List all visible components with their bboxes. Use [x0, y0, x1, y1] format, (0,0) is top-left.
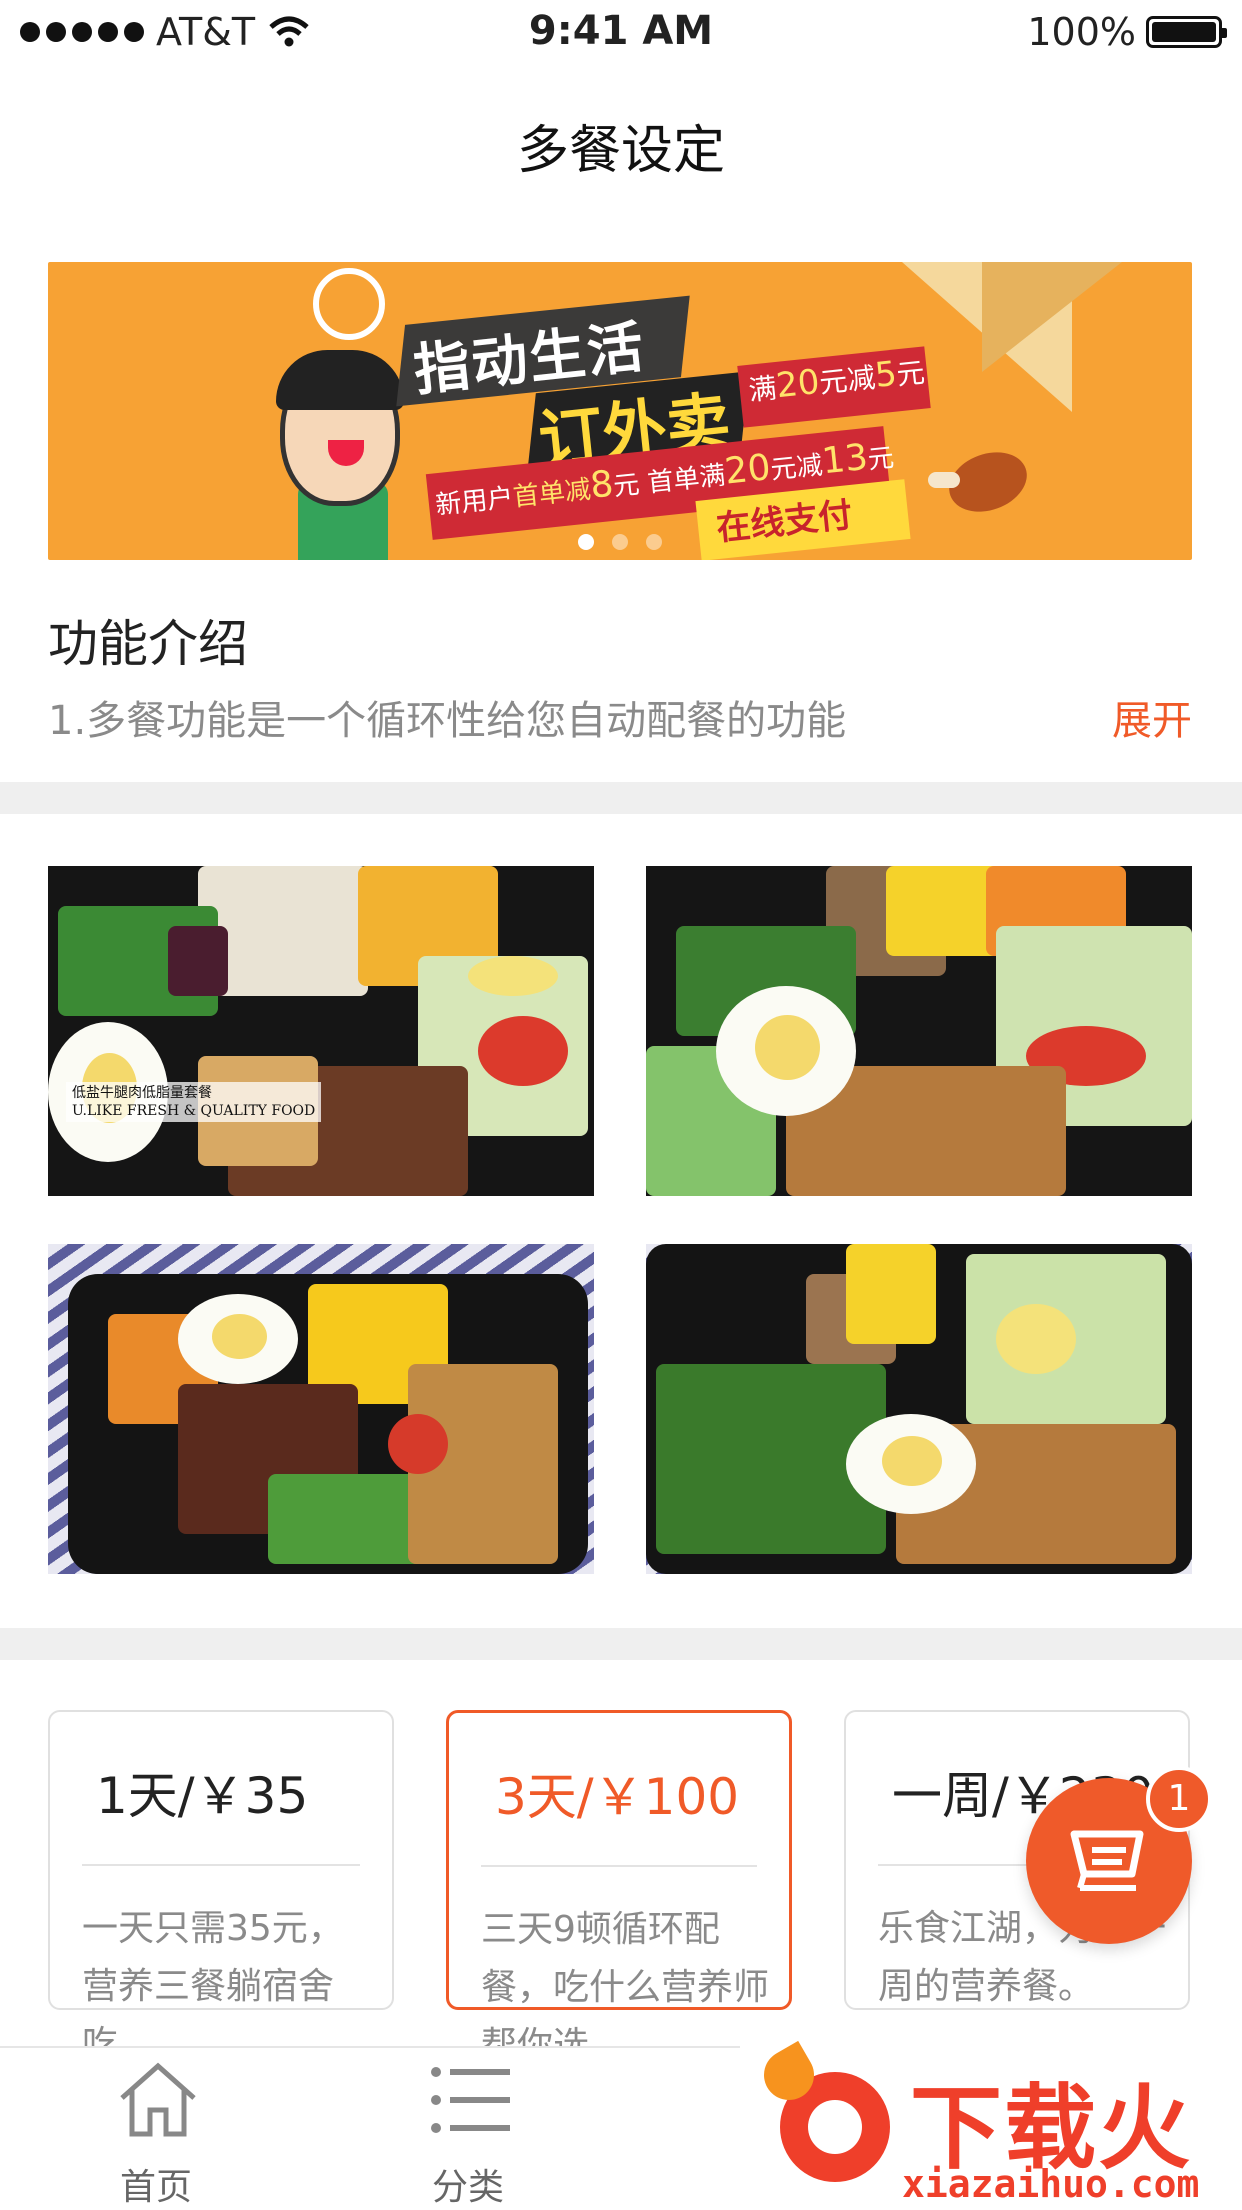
tab-category[interactable]: 分类 [368, 2048, 568, 2210]
promo-banner[interactable]: 指动生活 订外卖 满20元减5元 新用户首单减8元 首单满20元减13元 在线支… [48, 262, 1192, 560]
chicken-bone-shape [928, 472, 960, 488]
clock-icon [313, 268, 385, 340]
egg-shape [178, 1294, 298, 1384]
egg-shape [846, 1414, 976, 1514]
photo-caption: 低盐牛腿肉低脂量套餐 U.LIKE FRESH & QUALITY FOOD [66, 1082, 322, 1122]
section-divider [0, 782, 1242, 814]
paper-plane-fold [982, 262, 1122, 372]
meal-photo-2[interactable] [646, 866, 1192, 1196]
plan-divider [481, 1865, 757, 1867]
home-icon [120, 2062, 196, 2137]
tomato-shape [478, 1016, 568, 1086]
watermark-url: xiazaihuo.com [902, 2162, 1200, 2206]
tab-label: 首页 [119, 2167, 192, 2208]
status-bar: AT&T 9:41 AM 100% [0, 0, 1242, 64]
watermark-logo [754, 2040, 890, 2182]
lemon-shape [996, 1304, 1076, 1374]
pager-dot[interactable] [578, 534, 594, 550]
mascot-hair [276, 350, 404, 410]
list-icon [431, 2067, 510, 2133]
plan-card-3day[interactable]: 3天/￥100 三天9顿循环配餐，吃什么营养师帮你选。 [446, 1710, 792, 2066]
meal-photo-4[interactable] [646, 1244, 1192, 1574]
meal-photo-3[interactable] [48, 1244, 594, 1574]
battery-percent: 100% [1027, 10, 1136, 54]
cart-badge: 1 [1146, 1766, 1212, 1832]
feature-description: 1.多餐功能是一个循环性给您自动配餐的功能 [48, 698, 847, 744]
pager-dot[interactable] [612, 534, 628, 550]
cranberry-shape [168, 926, 228, 996]
meal-photo-1[interactable]: 低盐牛腿肉低脂量套餐 U.LIKE FRESH & QUALITY FOOD [48, 866, 594, 1196]
corn-shape [846, 1244, 936, 1344]
plan-name: 1天/￥35 [96, 1767, 309, 1825]
cart-icon [1070, 1830, 1144, 1891]
flame-shape [754, 2040, 824, 2110]
tab-home[interactable]: 首页 [56, 2048, 256, 2210]
plan-card-1day[interactable]: 1天/￥35 一天只需35元，营养三餐躺宿舍吃。 [48, 1710, 394, 2065]
plan-name: 3天/￥100 [495, 1768, 740, 1826]
page-title: 多餐设定 [516, 121, 725, 181]
egg-shape [716, 986, 856, 1116]
battery-icon [1146, 16, 1227, 48]
status-right: 100% [1027, 10, 1227, 54]
tab-label: 分类 [431, 2167, 504, 2208]
watermark: 下载火 xiazaihuo.com [740, 2040, 1242, 2208]
tomato-shape [388, 1414, 448, 1474]
plan-divider [82, 1864, 360, 1866]
cart-button[interactable]: 1 [1026, 1766, 1212, 1944]
pager-dot[interactable] [646, 534, 662, 550]
section-divider [0, 1628, 1242, 1660]
expand-link[interactable]: 展开 [1112, 688, 1192, 746]
banner-pager[interactable] [48, 534, 1192, 550]
lemon-shape [468, 956, 558, 996]
feature-title: 功能介绍 [48, 615, 248, 673]
